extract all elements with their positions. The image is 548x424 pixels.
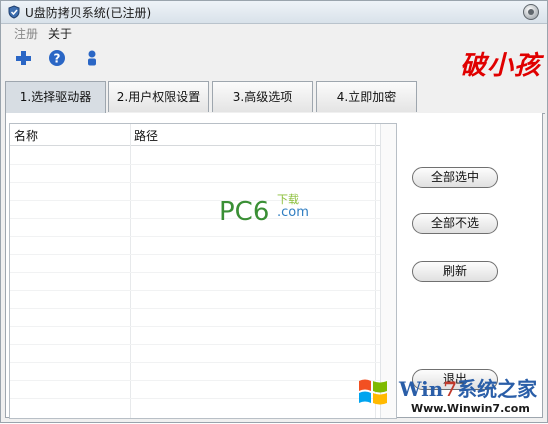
tab-advanced-options[interactable]: 3.高级选项 — [212, 81, 313, 112]
tab-bar: 1.选择驱动器 2.用户权限设置 3.高级选项 4.立即加密 — [5, 81, 545, 114]
shield-icon — [8, 5, 20, 19]
tab-encrypt-now[interactable]: 4.立即加密 — [316, 81, 417, 112]
brand-logo-text: 破小孩 — [459, 51, 541, 81]
win7-brand-text: Win7系统之家 — [399, 377, 538, 401]
tab-select-drive[interactable]: 1.选择驱动器 — [5, 81, 106, 113]
menu-bar: 注册 关于 — [1, 24, 547, 42]
grid-line — [10, 308, 380, 309]
refresh-button[interactable]: 刷新 — [412, 261, 498, 282]
windows-logo-icon — [359, 379, 387, 405]
grid-line — [10, 182, 380, 183]
plus-icon[interactable] — [14, 49, 32, 67]
grid-line — [10, 380, 380, 381]
menu-about[interactable]: 关于 — [48, 25, 72, 42]
list-header: 名称 路径 — [10, 124, 380, 146]
grid-line — [10, 362, 380, 363]
pc6-watermark: PC6 下载 .com — [219, 193, 309, 227]
grid-line — [10, 164, 380, 165]
select-all-button[interactable]: 全部选中 — [412, 167, 498, 188]
grid-line — [10, 272, 380, 273]
app-window: U盘防拷贝系统(已注册) 注册 关于 ? 破小孩 1.选择驱动器 2.用户权限设… — [0, 0, 548, 423]
menu-register[interactable]: 注册 — [14, 25, 38, 42]
select-none-button[interactable]: 全部不选 — [412, 213, 498, 234]
drive-list[interactable]: 名称 路径 — [9, 123, 397, 419]
tab-user-permissions[interactable]: 2.用户权限设置 — [108, 81, 209, 112]
grid-line — [10, 200, 380, 201]
grid-line — [10, 398, 380, 399]
grid-line — [10, 326, 380, 327]
win7-url-text: Www.Winwin7.com — [411, 402, 530, 415]
grid-line — [10, 236, 380, 237]
column-divider — [130, 124, 131, 418]
user-icon[interactable] — [83, 49, 101, 67]
column-header-path[interactable]: 路径 — [134, 127, 158, 144]
grid-line — [10, 254, 380, 255]
help-icon[interactable]: ? — [48, 49, 66, 67]
window-control-button[interactable] — [523, 4, 539, 20]
column-header-name[interactable]: 名称 — [14, 127, 38, 144]
win7-watermark: Win7系统之家 Www.Winwin7.com — [351, 369, 547, 424]
watermark-com-text: .com — [277, 205, 309, 220]
watermark-main-text: PC6 — [219, 197, 270, 227]
grid-line — [10, 344, 380, 345]
svg-text:?: ? — [54, 52, 61, 66]
window-title: U盘防拷贝系统(已注册) — [25, 6, 152, 20]
title-bar[interactable]: U盘防拷贝系统(已注册) — [1, 1, 547, 24]
grid-line — [10, 218, 380, 219]
grid-line — [10, 290, 380, 291]
